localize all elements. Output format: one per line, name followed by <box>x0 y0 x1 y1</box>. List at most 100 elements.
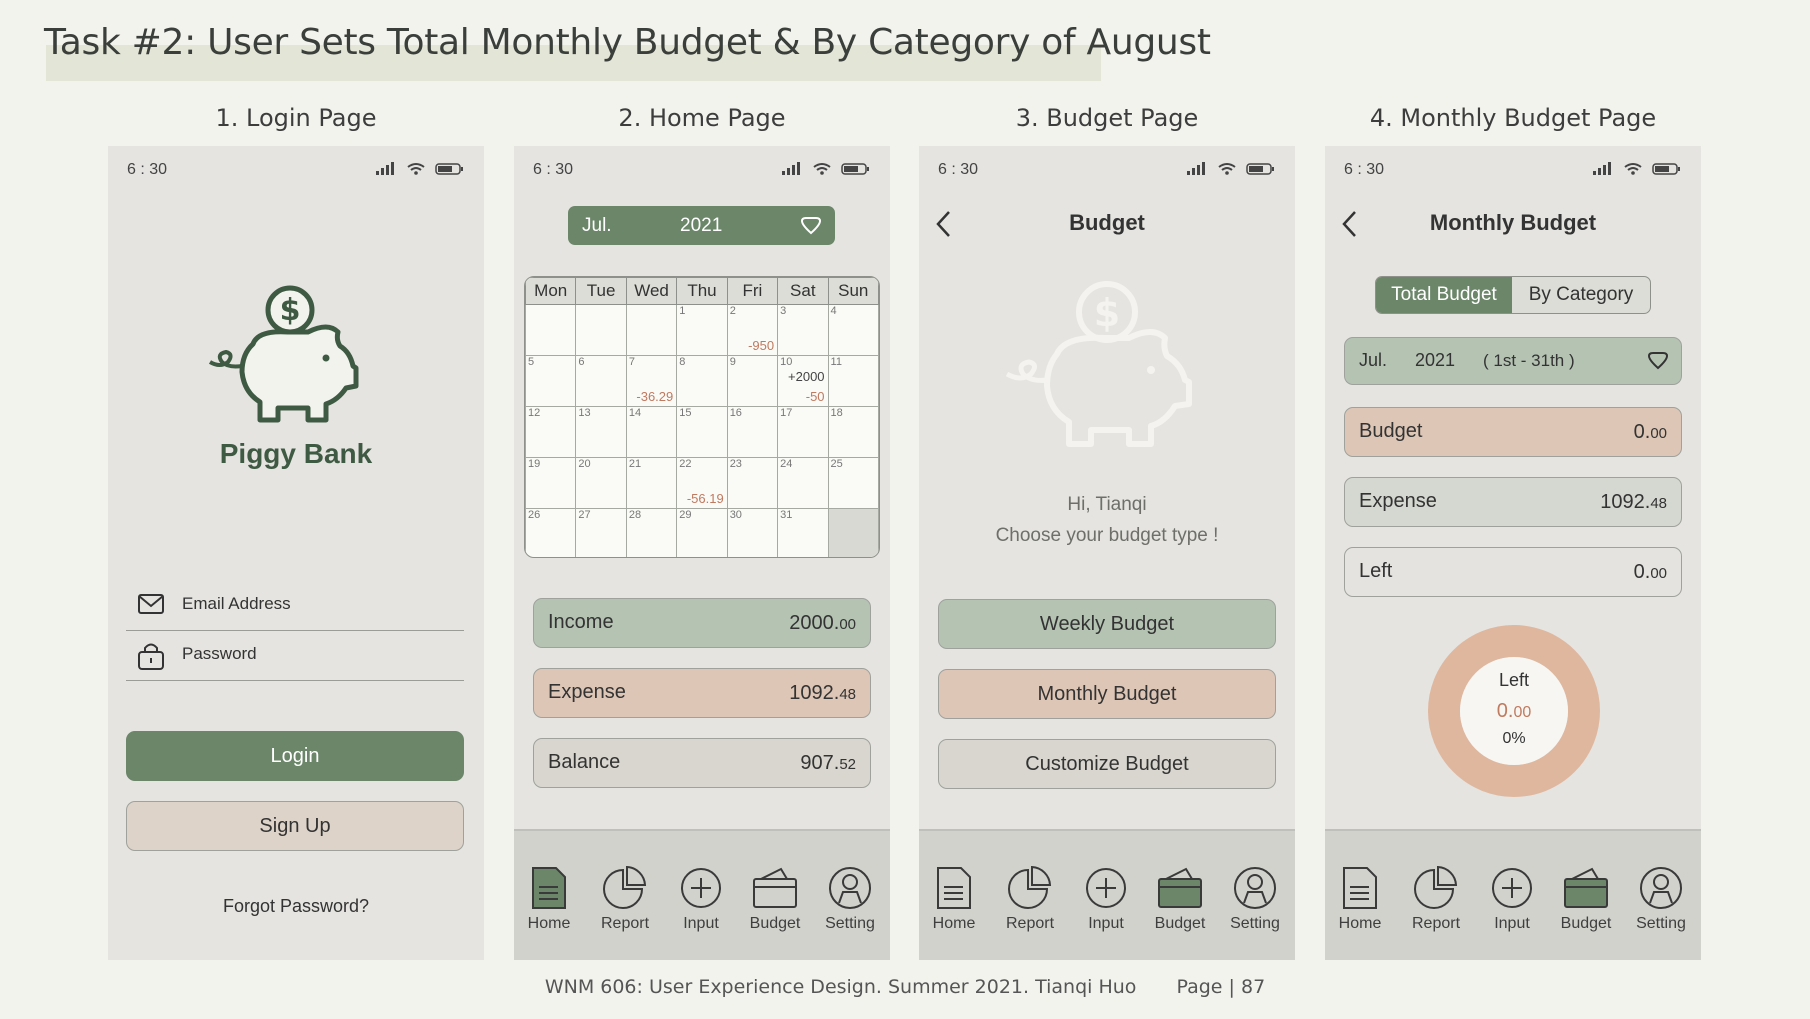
calendar-day[interactable]: 5 <box>525 355 577 407</box>
day-number: 3 <box>780 305 787 317</box>
nav-report[interactable]: Report <box>590 865 660 933</box>
calendar-day[interactable]: 17 <box>777 406 829 458</box>
period-selector[interactable]: Jul. 2021 ( 1st - 31th ) <box>1344 337 1682 385</box>
calendar-day[interactable] <box>525 304 577 356</box>
calendar-day[interactable]: 26 <box>525 508 577 557</box>
calendar-day[interactable] <box>827 508 879 557</box>
calendar-day[interactable]: 31 <box>777 508 829 557</box>
calendar-day[interactable]: 15 <box>676 406 728 458</box>
day-number: 29 <box>679 509 692 521</box>
calendar-day[interactable]: 23 <box>726 457 779 509</box>
document-icon <box>532 867 566 909</box>
calendar-day[interactable]: 13 <box>575 406 627 458</box>
day-number: 21 <box>628 458 642 470</box>
day-number: 20 <box>578 458 591 470</box>
nav-home[interactable]: Home <box>1325 865 1395 933</box>
nav-input[interactable]: Input <box>1071 865 1141 933</box>
document-icon <box>1343 867 1377 909</box>
calendar-week: 19 20 21 22 -56.19 23 24 25 <box>525 457 879 509</box>
calendar-day[interactable]: 12 <box>525 406 577 458</box>
left-row[interactable]: Left 0.00 <box>1344 547 1682 597</box>
calendar-day[interactable]: 4 <box>827 304 879 356</box>
day-number: 17 <box>780 407 793 419</box>
calendar-day[interactable]: 9 <box>726 355 779 407</box>
signup-button[interactable]: Sign Up <box>126 801 464 851</box>
monthly-budget-button[interactable]: Monthly Budget <box>938 669 1276 719</box>
nav-report[interactable]: Report <box>995 865 1065 933</box>
nav-input[interactable]: Input <box>1477 865 1547 933</box>
status-icons <box>1187 162 1274 175</box>
day-expense: -950 <box>748 338 775 353</box>
status-time: 6 : 30 <box>127 161 168 178</box>
day-number: 28 <box>628 509 642 521</box>
day-number: 25 <box>830 458 843 470</box>
calendar-day[interactable]: 2 -950 <box>726 304 779 356</box>
nav-budget[interactable]: Budget <box>1551 865 1621 933</box>
calendar-day[interactable]: 30 <box>726 508 779 557</box>
status-time: 6 : 30 <box>938 161 979 178</box>
calendar-day[interactable]: 14 <box>625 406 678 458</box>
calendar-day[interactable]: 20 <box>575 457 627 509</box>
calendar-day[interactable]: 3 <box>777 304 829 356</box>
calendar-day[interactable]: 7 -36.29 <box>625 355 678 407</box>
nav-setting[interactable]: Setting <box>815 865 885 933</box>
calendar-day[interactable] <box>625 304 678 356</box>
email-field[interactable]: Email Address <box>126 586 464 631</box>
nav-home[interactable]: Home <box>514 865 584 933</box>
expense-row[interactable]: Expense 1092.48 <box>533 668 871 718</box>
day-number: 24 <box>780 458 793 470</box>
calendar-day[interactable]: 24 <box>777 457 829 509</box>
balance-row[interactable]: Balance 907.52 <box>533 738 871 788</box>
login-button[interactable]: Login <box>126 731 464 781</box>
tab-total-budget[interactable]: Total Budget <box>1376 277 1512 313</box>
calendar-day[interactable]: 27 <box>575 508 627 557</box>
calendar-day[interactable]: 21 <box>625 457 678 509</box>
calendar-day[interactable]: 6 <box>575 355 627 407</box>
nav-home[interactable]: Home <box>919 865 989 933</box>
calendar-day[interactable]: 25 <box>827 457 879 509</box>
column-title-monthly: 4. Monthly Budget Page <box>1369 104 1657 132</box>
dropdown-heart-icon <box>800 217 822 235</box>
calendar-day[interactable]: 8 <box>676 355 728 407</box>
calendar-day[interactable]: 19 <box>525 457 577 509</box>
day-number: 5 <box>528 356 535 368</box>
budget-row[interactable]: Budget 0.00 <box>1344 407 1682 457</box>
weekly-budget-button[interactable]: Weekly Budget <box>938 599 1276 649</box>
expense-row[interactable]: Expense 1092.48 <box>1344 477 1682 527</box>
nav-budget[interactable]: Budget <box>1145 865 1215 933</box>
tab-by-category[interactable]: By Category <box>1512 277 1650 313</box>
forgot-password-link[interactable]: Forgot Password? <box>108 896 484 917</box>
column-title-login: 1. Login Page <box>215 104 377 132</box>
nav-setting[interactable]: Setting <box>1220 865 1290 933</box>
calendar-day[interactable]: 18 <box>827 406 879 458</box>
password-field[interactable]: Password <box>126 636 464 681</box>
nav-budget[interactable]: Budget <box>740 865 810 933</box>
calendar-day[interactable]: 28 <box>625 508 678 557</box>
period-range: ( 1st - 31th ) <box>1483 351 1575 370</box>
pie-chart-icon <box>1414 865 1458 909</box>
calendar-day[interactable]: 22 -56.19 <box>676 457 728 509</box>
income-row[interactable]: Income 2000.00 <box>533 598 871 648</box>
customize-budget-button[interactable]: Customize Budget <box>938 739 1276 789</box>
nav-input[interactable]: Input <box>666 865 736 933</box>
weekday-header: Wed <box>625 277 678 305</box>
month-label: Jul. <box>582 215 612 236</box>
donut-value: 0.00 <box>1496 700 1532 722</box>
day-number: 31 <box>780 509 793 521</box>
calendar-day[interactable]: 10 +2000 -50 <box>777 355 829 407</box>
user-circle-icon <box>1234 867 1276 909</box>
calendar-day[interactable]: 16 <box>726 406 779 458</box>
page-title: Task #2: User Sets Total Monthly Budget … <box>44 22 1211 63</box>
page-number: Page | 87 <box>1176 976 1266 998</box>
nav-setting[interactable]: Setting <box>1626 865 1696 933</box>
calendar-day[interactable] <box>575 304 627 356</box>
wallet-icon <box>753 867 797 908</box>
login-phone: 6 : 30 $ Piggy Bank Email Address Passwo… <box>108 146 484 960</box>
wallet-icon <box>1158 867 1202 908</box>
nav-report[interactable]: Report <box>1401 865 1471 933</box>
calendar-day[interactable]: 29 <box>676 508 728 557</box>
calendar-day[interactable]: 11 <box>827 355 879 407</box>
day-expense: -36.29 <box>636 389 674 404</box>
month-selector[interactable]: Jul. 2021 <box>568 206 835 245</box>
calendar-day[interactable]: 1 <box>676 304 728 356</box>
